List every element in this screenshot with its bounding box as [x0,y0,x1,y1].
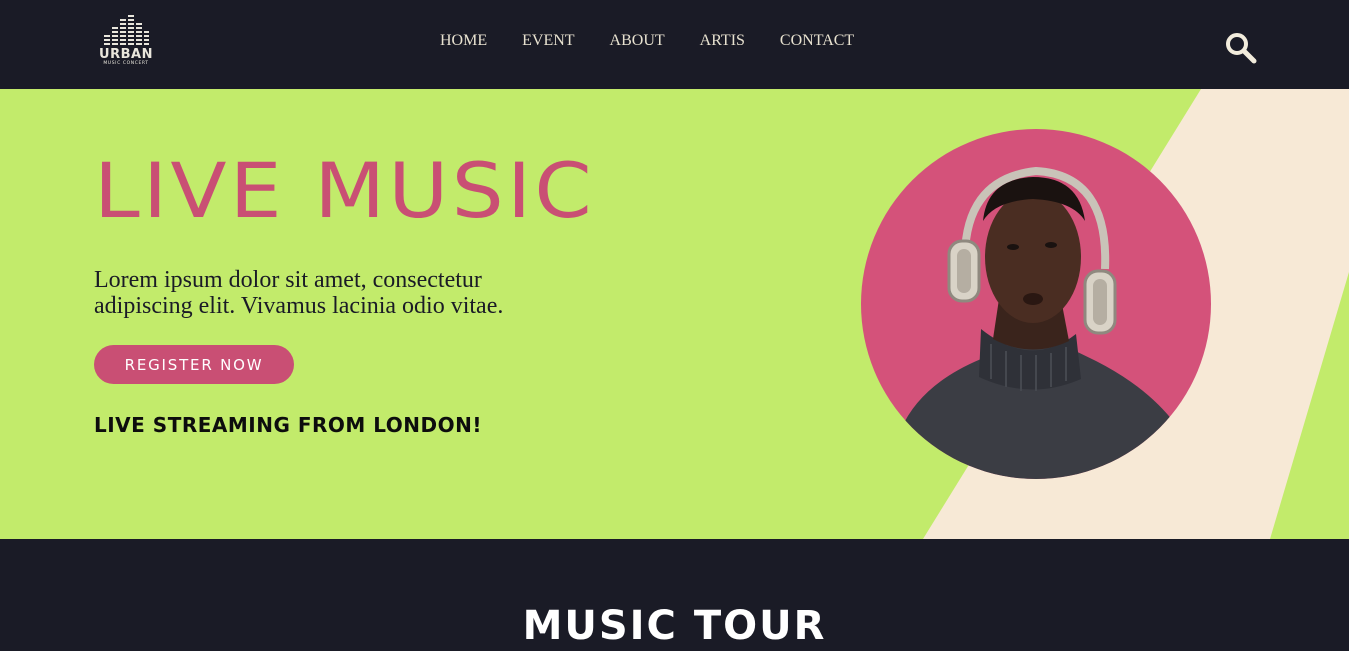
nav-artis-link[interactable]: ARTIS [700,31,745,51]
hero-section: LIVE MUSIC Lorem ipsum dolor sit amet, c… [0,89,1349,539]
navbar: URBAN MUSIC CONCERT HOME EVENT ABOUT ART… [0,0,1349,89]
music-tour-section: MUSIC TOUR [0,539,1349,651]
search-button[interactable] [1224,31,1258,65]
nav-contact-link[interactable]: CONTACT [780,31,854,51]
nav-home-link[interactable]: HOME [440,31,487,51]
artist-with-headphones-illustration [891,166,1191,479]
hero-title: LIVE MUSIC [94,146,595,235]
urban-logo[interactable]: URBAN MUSIC CONCERT [94,13,158,75]
logo-name: URBAN [99,47,153,62]
hero-description: Lorem ipsum dolor sit amet, consectetur … [94,267,504,319]
register-now-button[interactable]: REGISTER NOW [94,345,294,384]
logo-tagline: MUSIC CONCERT [103,61,149,66]
search-icon [1226,33,1257,64]
streaming-location-text: LIVE STREAMING FROM LONDON! [94,413,483,437]
main-nav: HOME EVENT ABOUT ARTIS CONTACT [440,31,854,51]
nav-event-link[interactable]: EVENT [522,31,574,51]
music-tour-title: MUSIC TOUR [522,603,827,649]
nav-about-link[interactable]: ABOUT [610,31,665,51]
equalizer-logo-icon [104,15,149,45]
artist-photo [861,129,1211,479]
